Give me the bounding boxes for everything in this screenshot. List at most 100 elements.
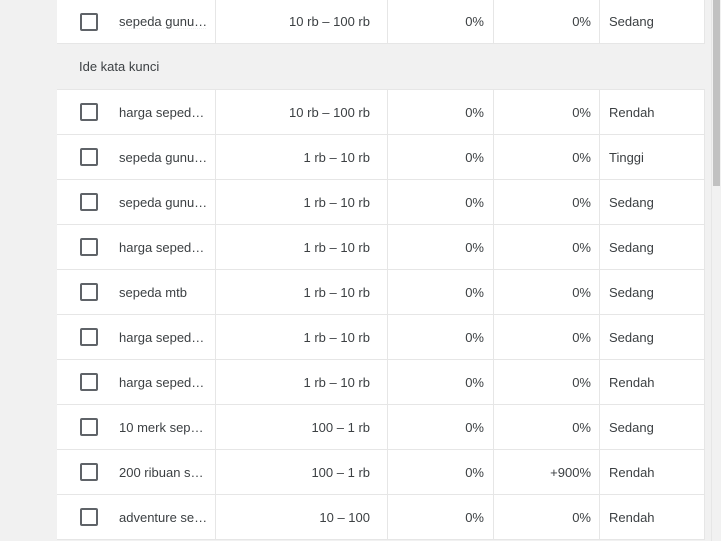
yoy-change-cell: 0%	[493, 90, 599, 134]
keyword-text[interactable]: harga seped…	[119, 105, 211, 120]
table-row[interactable]: sepeda gunu… 10 rb – 100 rb 0% 0% Sedang	[57, 0, 705, 44]
avg-monthly-searches-cell: 1 rb – 10 rb	[215, 135, 387, 179]
keyword-cell[interactable]: sepeda gunu…	[119, 135, 215, 179]
avg-monthly-searches-cell: 1 rb – 10 rb	[215, 360, 387, 404]
avg-monthly-searches-cell: 10 rb – 100 rb	[215, 0, 387, 43]
competition-cell: Rendah	[599, 495, 705, 539]
competition-cell: Rendah	[599, 360, 705, 404]
row-checkbox-cell	[80, 90, 98, 134]
keyword-cell[interactable]: 10 merk sep…	[119, 405, 215, 449]
row-checkbox-cell	[80, 135, 98, 179]
row-checkbox-cell	[80, 450, 98, 494]
scrollbar-thumb[interactable]	[713, 0, 720, 186]
row-checkbox[interactable]	[80, 328, 98, 346]
competition-cell: Sedang	[599, 405, 705, 449]
section-header-keyword-ideas: Ide kata kunci	[57, 44, 705, 90]
row-checkbox[interactable]	[80, 508, 98, 526]
row-checkbox-cell	[80, 495, 98, 539]
row-checkbox[interactable]	[80, 373, 98, 391]
row-checkbox-cell	[80, 225, 98, 269]
keyword-text[interactable]: sepeda gunu…	[119, 150, 211, 165]
yoy-change-cell: 0%	[493, 135, 599, 179]
row-checkbox[interactable]	[80, 238, 98, 256]
row-checkbox[interactable]	[80, 463, 98, 481]
keyword-cell[interactable]: adventure se…	[119, 495, 215, 539]
keyword-cell[interactable]: harga seped…	[119, 90, 215, 134]
row-checkbox[interactable]	[80, 283, 98, 301]
avg-monthly-searches-cell: 100 – 1 rb	[215, 450, 387, 494]
keyword-text[interactable]: adventure se…	[119, 510, 211, 525]
table-row[interactable]: harga seped… 1 rb – 10 rb 0% 0% Sedang	[57, 315, 705, 360]
yoy-change-cell: +900%	[493, 450, 599, 494]
keyword-text[interactable]: sepeda gunu…	[119, 195, 211, 210]
row-checkbox-cell	[80, 405, 98, 449]
three-month-change-cell: 0%	[387, 495, 493, 539]
yoy-change-cell: 0%	[493, 360, 599, 404]
avg-monthly-searches-cell: 10 rb – 100 rb	[215, 90, 387, 134]
competition-cell: Tinggi	[599, 135, 705, 179]
competition-cell: Rendah	[599, 450, 705, 494]
row-checkbox[interactable]	[80, 148, 98, 166]
three-month-change-cell: 0%	[387, 315, 493, 359]
keyword-text[interactable]: harga seped…	[119, 240, 211, 255]
keyword-cell[interactable]: sepeda mtb	[119, 270, 215, 314]
yoy-change-cell: 0%	[493, 270, 599, 314]
yoy-change-cell: 0%	[493, 315, 599, 359]
table-row[interactable]: adventure se… 10 – 100 0% 0% Rendah	[57, 495, 705, 540]
row-checkbox[interactable]	[80, 193, 98, 211]
vertical-scrollbar[interactable]	[712, 0, 721, 541]
row-checkbox[interactable]	[80, 12, 98, 31]
table-row[interactable]: harga seped… 1 rb – 10 rb 0% 0% Sedang	[57, 225, 705, 270]
three-month-change-cell: 0%	[387, 135, 493, 179]
avg-monthly-searches-cell: 1 rb – 10 rb	[215, 180, 387, 224]
competition-cell: Sedang	[599, 270, 705, 314]
yoy-change-cell: 0%	[493, 0, 599, 43]
three-month-change-cell: 0%	[387, 360, 493, 404]
three-month-change-cell: 0%	[387, 450, 493, 494]
keyword-text[interactable]: 10 merk sep…	[119, 420, 211, 435]
three-month-change-cell: 0%	[387, 90, 493, 134]
yoy-change-cell: 0%	[493, 405, 599, 449]
table-row[interactable]: sepeda mtb 1 rb – 10 rb 0% 0% Sedang	[57, 270, 705, 315]
avg-monthly-searches-cell: 100 – 1 rb	[215, 405, 387, 449]
three-month-change-cell: 0%	[387, 225, 493, 269]
keyword-cell[interactable]: sepeda gunu…	[119, 180, 215, 224]
avg-monthly-searches-cell: 10 – 100	[215, 495, 387, 539]
competition-cell: Sedang	[599, 180, 705, 224]
keyword-cell[interactable]: sepeda gunu…	[119, 0, 215, 43]
keyword-cell[interactable]: harga seped…	[119, 360, 215, 404]
row-checkbox[interactable]	[80, 418, 98, 436]
keyword-text[interactable]: sepeda mtb	[119, 285, 211, 300]
three-month-change-cell: 0%	[387, 270, 493, 314]
table-row[interactable]: sepeda gunu… 1 rb – 10 rb 0% 0% Tinggi	[57, 135, 705, 180]
competition-cell: Sedang	[599, 0, 705, 43]
keyword-cell[interactable]: harga seped…	[119, 225, 215, 269]
row-checkbox-cell	[80, 315, 98, 359]
yoy-change-cell: 0%	[493, 180, 599, 224]
table-row[interactable]: harga seped… 10 rb – 100 rb 0% 0% Rendah	[57, 90, 705, 135]
avg-monthly-searches-cell: 1 rb – 10 rb	[215, 270, 387, 314]
keyword-text[interactable]: harga seped…	[119, 375, 211, 390]
row-checkbox-cell	[80, 270, 98, 314]
row-checkbox[interactable]	[80, 103, 98, 121]
table-row[interactable]: sepeda gunu… 1 rb – 10 rb 0% 0% Sedang	[57, 180, 705, 225]
keyword-ideas-viewport: sepeda gunu… 10 rb – 100 rb 0% 0% Sedang…	[0, 0, 721, 541]
competition-cell: Sedang	[599, 315, 705, 359]
three-month-change-cell: 0%	[387, 0, 493, 43]
three-month-change-cell: 0%	[387, 180, 493, 224]
table-row[interactable]: 200 ribuan s… 100 – 1 rb 0% +900% Rendah	[57, 450, 705, 495]
keyword-text[interactable]: sepeda gunu…	[119, 14, 211, 29]
competition-cell: Rendah	[599, 90, 705, 134]
keyword-text[interactable]: 200 ribuan s…	[119, 465, 211, 480]
yoy-change-cell: 0%	[493, 495, 599, 539]
keyword-cell[interactable]: 200 ribuan s…	[119, 450, 215, 494]
keyword-cell[interactable]: harga seped…	[119, 315, 215, 359]
table-row[interactable]: harga seped… 1 rb – 10 rb 0% 0% Rendah	[57, 360, 705, 405]
yoy-change-cell: 0%	[493, 225, 599, 269]
table-row[interactable]: 10 merk sep… 100 – 1 rb 0% 0% Sedang	[57, 405, 705, 450]
three-month-change-cell: 0%	[387, 405, 493, 449]
row-checkbox-cell	[80, 180, 98, 224]
row-checkbox-cell	[80, 0, 98, 43]
competition-cell: Sedang	[599, 225, 705, 269]
keyword-text[interactable]: harga seped…	[119, 330, 211, 345]
